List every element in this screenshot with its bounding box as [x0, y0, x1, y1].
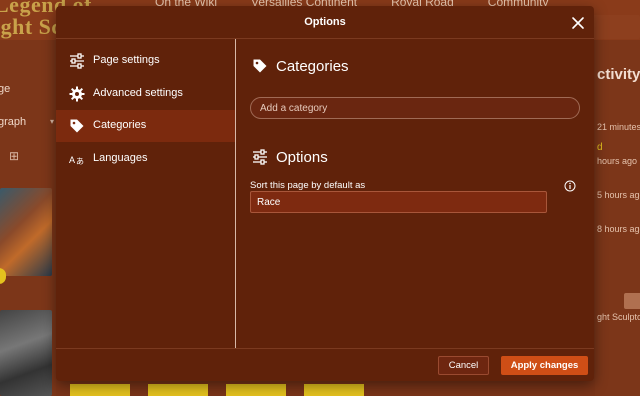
sliders-icon [252, 149, 268, 165]
info-icon[interactable] [564, 179, 576, 192]
sidebar-item-advanced-settings[interactable]: Advanced settings [56, 78, 235, 110]
background-left-label: graph [0, 116, 27, 128]
options-main-panel: Categories Options Sort this page by def… [236, 39, 594, 348]
sidebar-item-label: Languages [93, 152, 148, 164]
close-icon [572, 17, 584, 29]
gear-icon [69, 86, 85, 102]
close-button[interactable] [568, 13, 588, 33]
apply-changes-button[interactable]: Apply changes [501, 356, 588, 375]
sidebar-item-categories[interactable]: Categories [56, 110, 235, 142]
background-tile [70, 384, 130, 396]
background-caption: ght Sculpto [597, 312, 640, 322]
sort-label: Sort this page by default as [250, 180, 366, 191]
tag-icon [252, 58, 268, 74]
sidebar-item-page-settings[interactable]: Page settings [56, 45, 235, 77]
sidebar-item-label: Categories [93, 119, 147, 131]
dialog-title: Options [304, 16, 346, 28]
translate-icon: A あ [69, 151, 85, 167]
background-timestamp: 21 minutes [597, 122, 640, 132]
sliders-icon [69, 53, 85, 69]
sidebar-item-label: Advanced settings [93, 87, 183, 99]
sidebar-item-languages[interactable]: A あ Languages [56, 143, 235, 175]
background-button [624, 293, 640, 309]
options-heading: Options [276, 149, 328, 166]
sort-default-input[interactable] [250, 191, 547, 213]
background-search-box [590, 15, 640, 39]
background-timestamp: hours ago [597, 156, 638, 166]
options-sidebar: Page settings Advanced settings Categori… [56, 39, 235, 348]
background-thumbnail [0, 310, 52, 396]
chevron-down-icon: ▾ [50, 117, 55, 126]
background-timestamp: 8 hours ago [597, 224, 640, 234]
grid-icon: ⊞ [9, 149, 20, 163]
background-activity-title: ctivity [597, 66, 640, 83]
background-right-column [595, 40, 640, 396]
background-tiles [70, 384, 364, 396]
add-category-input[interactable] [250, 97, 580, 119]
categories-heading: Categories [276, 58, 349, 75]
background-timestamp: d [597, 142, 603, 153]
background-tile [148, 384, 208, 396]
sidebar-item-label: Page settings [93, 54, 160, 66]
cancel-button[interactable]: Cancel [438, 356, 489, 375]
dialog-header: Options [56, 6, 594, 39]
background-timestamp: 5 hours ago [597, 190, 640, 200]
svg-text:あ: あ [76, 157, 84, 166]
background-tile [226, 384, 286, 396]
background-thumbnail [0, 188, 52, 276]
options-dialog: Options Page settings Advanced settings … [56, 6, 594, 381]
background-left-label: ge [0, 83, 11, 95]
tag-icon [69, 118, 85, 134]
dialog-footer: Cancel Apply changes [56, 348, 594, 381]
background-tile [304, 384, 364, 396]
svg-text:A: A [69, 155, 75, 165]
